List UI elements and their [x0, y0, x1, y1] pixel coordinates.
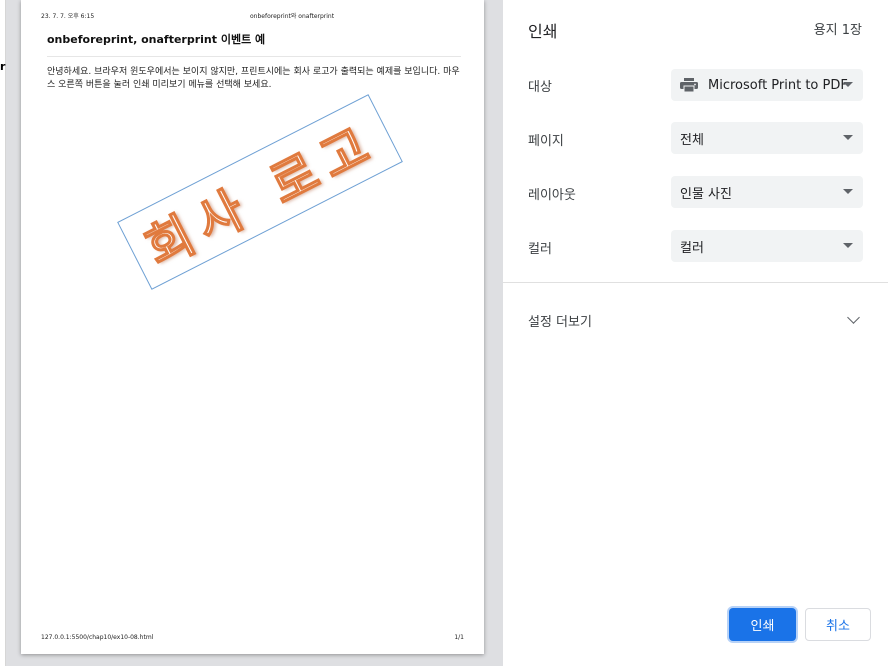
destination-value: Microsoft Print to PDF	[708, 77, 848, 93]
company-logo-image: 회사 로고	[117, 94, 403, 290]
print-settings-panel: 인쇄 용지 1장 대상 Microsoft Print to PDF 페이지 전…	[503, 0, 888, 666]
panel-title: 인쇄	[528, 22, 558, 41]
sheet-footer-page-number: 1/1	[454, 634, 464, 641]
pages-value: 전체	[680, 132, 704, 148]
sheet-header-date: 23. 7. 7. 오후 6:15	[41, 13, 95, 20]
chevron-down-icon	[843, 189, 853, 194]
layout-value: 인물 사진	[680, 186, 732, 202]
printer-icon	[680, 78, 698, 93]
pages-label: 페이지	[528, 134, 564, 149]
panel-divider	[503, 282, 888, 283]
chevron-down-icon[interactable]	[847, 311, 860, 324]
more-settings-toggle[interactable]: 설정 더보기	[528, 311, 592, 330]
document-body-text: 안녕하세요. 브라우저 윈도우에서는 보이지 않지만, 프린트시에는 회사 로고…	[47, 67, 460, 90]
print-preview-area[interactable]: 23. 7. 7. 오후 6:15 onbeforeprint와 onafter…	[6, 0, 503, 666]
destination-label: 대상	[528, 80, 552, 95]
preview-sheet: 23. 7. 7. 오후 6:15 onbeforeprint와 onafter…	[21, 0, 484, 654]
chevron-down-icon	[843, 82, 853, 87]
sheet-footer-url: 127.0.0.1:5500/chap10/ex10-08.html	[41, 634, 154, 641]
color-value: 컬러	[680, 240, 704, 256]
sheet-count: 용지 1장	[813, 23, 862, 38]
layout-label: 레이아웃	[528, 188, 576, 203]
document-heading: onbeforeprint, onafterprint 이벤트 예	[47, 33, 266, 46]
chevron-down-icon	[843, 135, 853, 140]
color-label: 컬러	[528, 242, 552, 257]
layout-select[interactable]: 인물 사진	[671, 176, 863, 208]
print-dialog-screen: r 23. 7. 7. 오후 6:15 onbeforeprint와 onaft…	[0, 0, 888, 666]
destination-select[interactable]: Microsoft Print to PDF	[671, 69, 863, 101]
company-logo-text: 회사 로고	[136, 112, 388, 279]
heading-divider	[47, 56, 461, 57]
print-button[interactable]: 인쇄	[729, 608, 796, 641]
underlying-page-text: r	[0, 60, 6, 73]
chevron-down-icon	[843, 243, 853, 248]
sheet-header-title: onbeforeprint와 onafterprint	[250, 13, 335, 20]
color-select[interactable]: 컬러	[671, 230, 863, 262]
pages-select[interactable]: 전체	[671, 122, 863, 154]
cancel-button[interactable]: 취소	[805, 608, 871, 641]
